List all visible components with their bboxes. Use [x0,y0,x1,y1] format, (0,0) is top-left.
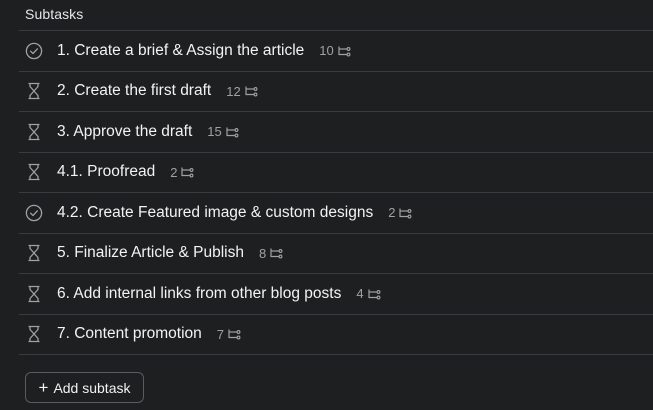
subtask-row[interactable]: 5. Finalize Article & Publish 8 [19,234,653,274]
subtask-name[interactable]: 3. Approve the draft [57,123,192,141]
subtask-tree-icon [226,127,239,138]
subtask-name[interactable]: 4.2. Create Featured image & custom desi… [57,204,373,222]
subtask-count[interactable]: 2 [170,165,194,180]
subtask-count[interactable]: 15 [207,124,239,140]
subtask-row[interactable]: 4.1. Proofread 2 [19,153,653,193]
subtask-count-value: 4 [356,286,364,302]
subtask-row[interactable]: 3. Approve the draft 15 [19,112,653,153]
check-circle-icon[interactable] [24,203,44,223]
subtask-row[interactable]: 7. Content promotion 7 [19,315,653,355]
subtask-row[interactable]: 4.2. Create Featured image & custom desi… [19,193,653,234]
subtask-row[interactable]: 6. Add internal links from other blog po… [19,274,653,315]
subtask-tree-icon [270,248,283,259]
hourglass-icon[interactable] [24,284,44,304]
subtask-count[interactable]: 2 [388,205,412,220]
subtask-count[interactable]: 4 [356,286,381,302]
subtask-count[interactable]: 8 [259,246,283,261]
hourglass-icon[interactable] [24,324,44,344]
subtask-row[interactable]: 2. Create the first draft 12 [19,72,653,112]
add-subtask-button[interactable]: + Add subtask [25,372,144,403]
subtask-name[interactable]: 2. Create the first draft [57,82,211,100]
subtask-count-value: 15 [207,124,222,140]
subtask-name[interactable]: 7. Content promotion [57,325,202,343]
subtask-name[interactable]: 6. Add internal links from other blog po… [57,285,341,303]
subtask-count-value: 10 [319,43,334,59]
subtask-count[interactable]: 7 [217,327,241,342]
subtask-list: 1. Create a brief & Assign the article 1… [19,30,653,355]
subtask-row[interactable]: 1. Create a brief & Assign the article 1… [19,31,653,72]
subtask-count[interactable]: 12 [226,83,258,99]
subtask-count-value: 8 [258,245,267,261]
hourglass-icon[interactable] [24,243,44,263]
subtask-tree-icon [228,329,241,340]
section-title: Subtasks [25,6,84,22]
subtasks-panel: Subtasks 1. Create a brief & Assign the … [0,0,653,410]
subtask-tree-icon [338,46,351,57]
plus-icon: + [38,377,49,397]
hourglass-icon[interactable] [24,162,44,182]
subtask-tree-icon [367,289,381,300]
check-circle-icon[interactable] [24,41,44,61]
subtask-name[interactable]: 5. Finalize Article & Publish [57,244,244,262]
subtask-tree-icon [181,167,194,178]
subtask-count[interactable]: 10 [319,43,351,59]
hourglass-icon[interactable] [24,81,44,101]
hourglass-icon[interactable] [24,122,44,142]
subtask-tree-icon [245,86,258,97]
add-subtask-label: Add subtask [53,379,131,396]
subtask-name[interactable]: 1. Create a brief & Assign the article [57,42,304,60]
subtask-count-value: 2 [170,164,178,180]
subtask-name[interactable]: 4.1. Proofread [57,163,155,181]
subtask-count-value: 2 [388,205,396,221]
subtask-count-value: 12 [226,83,241,99]
subtask-count-value: 7 [216,326,224,342]
subtask-tree-icon [399,208,412,219]
